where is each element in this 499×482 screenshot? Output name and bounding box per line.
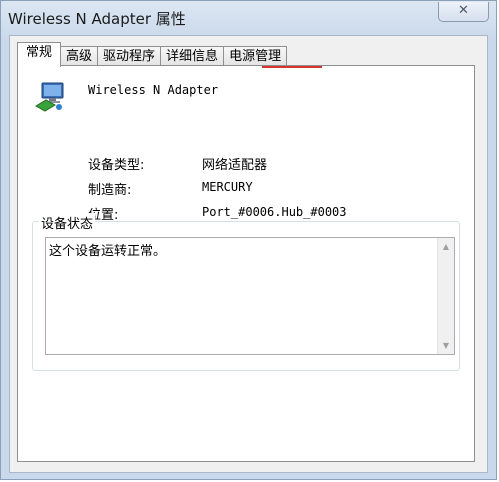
general-tab-panel: Wireless N Adapter 设备类型: 网络适配器 制造商: MERC… bbox=[17, 65, 475, 462]
tab-highlight-underline bbox=[262, 66, 322, 68]
tab-power-management[interactable]: 电源管理 bbox=[223, 46, 288, 67]
tab-details[interactable]: 详细信息 bbox=[160, 46, 225, 67]
device-status-text: 这个设备运转正常。 bbox=[49, 244, 167, 259]
tab-driver[interactable]: 驱动程序 bbox=[97, 46, 162, 67]
window-title: Wireless N Adapter 属性 bbox=[8, 10, 186, 28]
close-button[interactable]: ✕ bbox=[438, 2, 489, 22]
device-status-label: 设备状态 bbox=[39, 213, 96, 232]
network-adapter-icon bbox=[35, 82, 64, 112]
tab-general[interactable]: 常规 bbox=[17, 42, 62, 67]
device-type-label: 设备类型: bbox=[88, 158, 145, 173]
close-icon: ✕ bbox=[458, 3, 469, 18]
properties-dialog: Wireless N Adapter 属性 ✕ 常规 高级 驱动程序 详细信息 … bbox=[0, 0, 497, 480]
manufacturer-label: 制造商: bbox=[88, 183, 132, 198]
scroll-down-icon[interactable]: ▼ bbox=[438, 337, 454, 354]
dialog-body: 常规 高级 驱动程序 详细信息 电源管理 Wireless N Adapter … bbox=[9, 35, 488, 473]
title-bar[interactable]: Wireless N Adapter 属性 ✕ bbox=[1, 1, 496, 35]
device-status-group: 设备状态 这个设备运转正常。 ▲ ▼ bbox=[32, 213, 460, 371]
location-value: Port_#0006.Hub_#0003 bbox=[202, 205, 347, 219]
scroll-up-icon[interactable]: ▲ bbox=[438, 238, 454, 255]
device-status-textbox[interactable]: 这个设备运转正常。 ▲ ▼ bbox=[45, 237, 455, 355]
status-scrollbar[interactable]: ▲ ▼ bbox=[437, 238, 454, 354]
tab-advanced[interactable]: 高级 bbox=[60, 46, 99, 67]
manufacturer-value: MERCURY bbox=[202, 180, 253, 194]
device-name: Wireless N Adapter bbox=[88, 83, 219, 97]
device-type-value: 网络适配器 bbox=[202, 158, 268, 173]
tab-strip: 常规 高级 驱动程序 详细信息 电源管理 bbox=[17, 42, 288, 67]
